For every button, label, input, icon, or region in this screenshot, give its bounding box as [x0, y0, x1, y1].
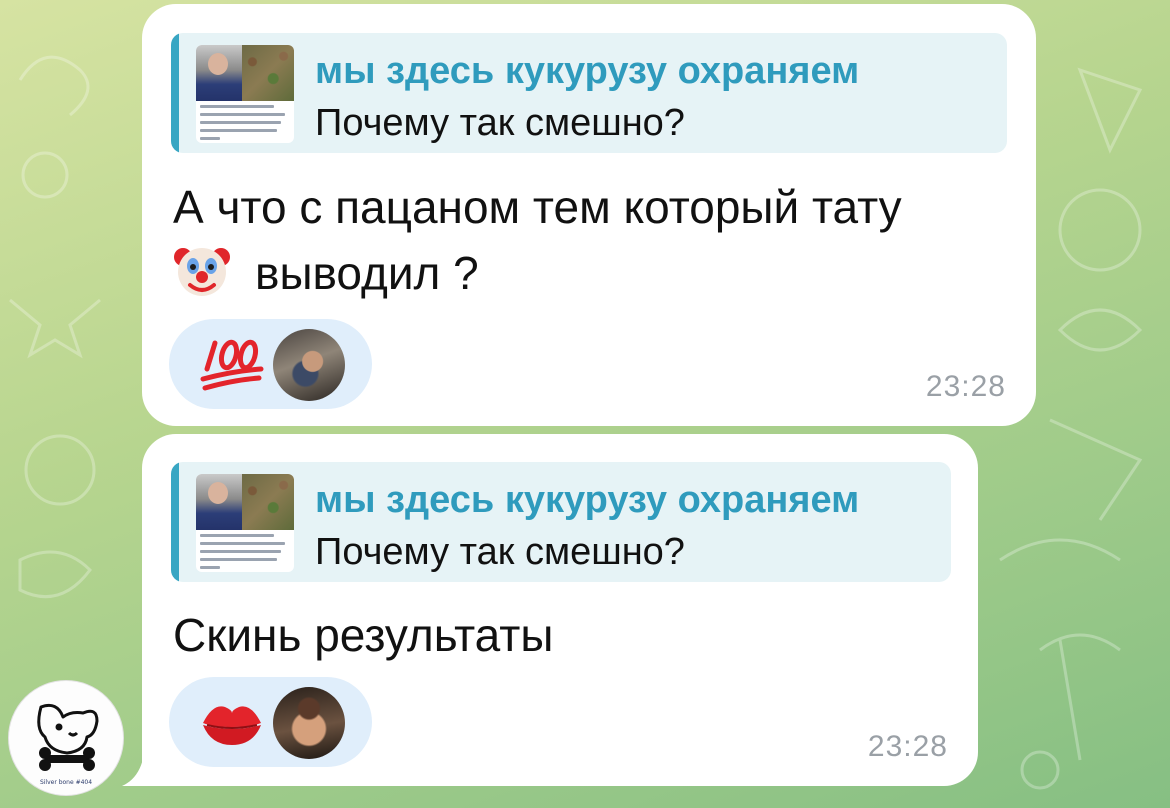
reply-text: Почему так смешно? — [315, 531, 685, 573]
thumbnail-photo-field — [242, 474, 294, 530]
thumbnail-photo-person — [196, 474, 242, 530]
message-time: 23:28 — [925, 370, 1006, 403]
message-text-tail: выводил ? — [255, 247, 479, 299]
reply-author: мы здесь кукурузу охраняем — [315, 50, 860, 92]
message-text-line: выводил ? — [173, 240, 1013, 306]
message-bubble[interactable]: мы здесь кукурузу охраняем Почему так см… — [142, 4, 1036, 426]
sender-avatar[interactable]: Silver bone #404 — [8, 680, 124, 796]
clown-face-emoji — [174, 248, 230, 296]
reply-quote[interactable]: мы здесь кукурузу охраняем Почему так см… — [171, 33, 1007, 153]
bubble-tail — [122, 754, 162, 786]
hundred-points-emoji — [200, 339, 264, 391]
thumbnail-photo-person — [196, 45, 242, 101]
reply-accent-bar — [171, 462, 179, 582]
message-text: А что с пацаном тем который тату выводил… — [173, 174, 1013, 306]
dog-bone-icon — [37, 703, 99, 771]
reaction-user-avatar[interactable] — [273, 687, 345, 759]
message-bubble[interactable]: мы здесь кукурузу охраняем Почему так см… — [142, 434, 978, 786]
reactions-pill[interactable] — [169, 319, 372, 409]
reply-thumbnail — [196, 45, 294, 143]
thumbnail-text-lines — [200, 105, 290, 143]
reactions-pill[interactable] — [169, 677, 372, 767]
sender-avatar-caption: Silver bone #404 — [39, 779, 93, 786]
reply-quote[interactable]: мы здесь кукурузу охраняем Почему так см… — [171, 462, 951, 582]
message-time: 23:28 — [867, 730, 948, 763]
message-text-line: А что с пацаном тем который тату — [173, 181, 902, 233]
reply-accent-bar — [171, 33, 179, 153]
thumbnail-photo-field — [242, 45, 294, 101]
reply-text: Почему так смешно? — [315, 102, 685, 144]
reply-thumbnail — [196, 474, 294, 572]
thumbnail-text-lines — [200, 534, 290, 572]
reply-author: мы здесь кукурузу охраняем — [315, 479, 860, 521]
kiss-mark-emoji — [203, 706, 261, 745]
reaction-user-avatar[interactable] — [273, 329, 345, 401]
message-text: Скинь результаты — [173, 609, 554, 661]
